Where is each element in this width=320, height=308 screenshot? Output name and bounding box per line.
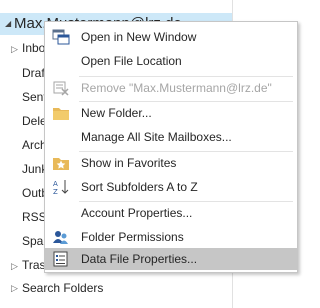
menu-item-label: Folder Permissions <box>81 230 184 244</box>
svg-text:A: A <box>53 180 58 188</box>
folder-icon <box>53 108 69 120</box>
properties-icon <box>53 251 68 267</box>
menu-item-open-file-location[interactable]: Open File Location <box>45 50 297 72</box>
menu-item-label: Sort Subfolders A to Z <box>81 180 198 194</box>
search-folders-item[interactable]: Search Folders <box>22 281 103 295</box>
menu-item-open-in-new-window[interactable]: Open in New Window <box>45 26 297 48</box>
menu-item-label: Remove "Max.Mustermann@lrz.de" <box>81 81 272 95</box>
menu-item-label: New Folder... <box>81 106 152 120</box>
menu-item-remove-mailbox[interactable]: Remove "Max.Mustermann@lrz.de" <box>45 77 297 99</box>
menu-item-account-properties[interactable]: Account Properties... <box>45 202 297 224</box>
permissions-icon <box>53 231 68 244</box>
menu-item-label: Show in Favorites <box>81 156 177 170</box>
collapse-arrow-icon[interactable]: ◢ <box>5 19 11 28</box>
menu-item-manage-site-mailboxes[interactable]: Manage All Site Mailboxes... <box>45 126 297 148</box>
menu-item-label: Data File Properties... <box>81 252 198 266</box>
expand-arrow-icon[interactable]: ▷ <box>11 283 18 294</box>
menu-item-label: Account Properties... <box>81 206 193 220</box>
menu-item-new-folder[interactable]: New Folder... <box>45 102 297 124</box>
menu-item-label: Open in New Window <box>81 30 197 44</box>
sort-az-icon: A Z <box>53 180 69 195</box>
menu-item-data-file-properties[interactable]: Data File Properties... <box>45 248 297 270</box>
menu-item-show-in-favorites[interactable]: Show in Favorites <box>45 152 297 174</box>
expand-arrow-icon[interactable]: ▷ <box>11 261 18 272</box>
expand-arrow-icon[interactable]: ▷ <box>11 44 18 55</box>
menu-item-folder-permissions[interactable]: Folder Permissions <box>45 226 297 248</box>
menu-item-label: Manage All Site Mailboxes... <box>81 130 232 144</box>
menu-item-sort-subfolders[interactable]: A Z Sort Subfolders A to Z <box>45 176 297 198</box>
favorites-star-icon <box>53 158 69 170</box>
new-window-icon <box>52 29 70 45</box>
menu-item-label: Open File Location <box>81 54 182 68</box>
context-menu: Open in New Window Open File Location Re… <box>44 21 298 273</box>
svg-text:Z: Z <box>53 188 58 195</box>
remove-mailbox-icon <box>53 81 69 96</box>
